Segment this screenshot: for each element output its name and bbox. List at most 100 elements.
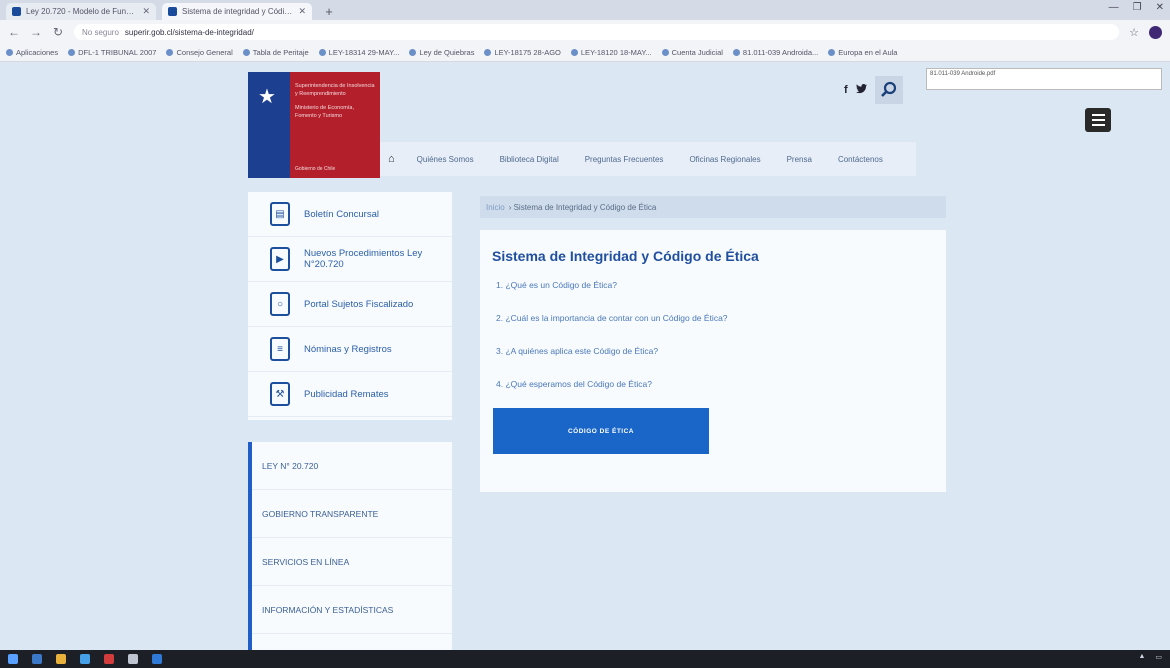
- question-link-4[interactable]: 4. ¿Qué esperamos del Código de Ética?: [496, 379, 652, 389]
- bookmark-icon: [68, 49, 76, 56]
- browser-tab-2[interactable]: Sistema de integridad y Código ✕: [162, 3, 312, 20]
- question-link-1[interactable]: 1. ¿Qué es un Código de Ética?: [496, 280, 617, 290]
- bookmark-icon: [242, 49, 250, 56]
- side-link-transparente[interactable]: GOBIERNO TRANSPARENTE: [252, 490, 452, 538]
- url-input[interactable]: No seguro superir.gob.cl/sistema-de-inte…: [74, 24, 1120, 40]
- logo-footer: Gobierno de Chile: [295, 166, 336, 172]
- folder-play-icon: ▶: [270, 247, 290, 271]
- side-link-estadisticas[interactable]: INFORMACIÓN Y ESTADÍSTICAS: [252, 586, 452, 634]
- bookmark-item[interactable]: 81.011-039 Androida...: [732, 48, 818, 57]
- menu-button[interactable]: [1085, 108, 1111, 132]
- back-icon[interactable]: ←: [8, 25, 20, 39]
- home-icon[interactable]: ⌂: [388, 153, 395, 165]
- bookmark-item[interactable]: Europa en el Aula: [828, 48, 897, 57]
- service-link-boletin[interactable]: ▤ Boletín Concursal: [248, 192, 452, 237]
- profile-avatar[interactable]: [1149, 25, 1162, 39]
- nav-item-preguntas[interactable]: Preguntas Frecuentes: [585, 155, 664, 164]
- search-button[interactable]: [874, 76, 903, 104]
- nav-item-contacto[interactable]: Contáctenos: [838, 155, 883, 164]
- side-link-ley[interactable]: LEY N° 20.720: [252, 442, 452, 490]
- url-text: superir.gob.cl/sistema-de-integridad/: [124, 27, 254, 37]
- search-icon: [880, 81, 896, 97]
- start-icon[interactable]: [8, 654, 18, 664]
- bookmark-icon: [828, 49, 836, 56]
- main-nav: ⌂ Quiénes Somos Biblioteca Digital Pregu…: [380, 142, 916, 176]
- nav-item-oficinas[interactable]: Oficinas Regionales: [689, 155, 760, 164]
- gavel-icon: ⚒: [270, 382, 290, 406]
- bookmark-item[interactable]: Ley de Quiebras: [409, 48, 474, 57]
- breadcrumb-home[interactable]: Inicio: [486, 203, 505, 212]
- close-tab-icon[interactable]: ✕: [142, 6, 150, 17]
- bookmark-item[interactable]: DFL-1 TRIBUNAL 2007: [68, 48, 156, 57]
- logo-text: Superintendencia de Insolvencia y Reempr…: [295, 83, 375, 119]
- monitor-search-icon: ○: [270, 292, 290, 316]
- question-link-2[interactable]: 2. ¿Cuál es la importancia de contar con…: [496, 313, 728, 323]
- address-bar: ← → ↻ No seguro superir.gob.cl/sistema-d…: [0, 20, 1170, 44]
- breadcrumb-current: Sistema de Integridad y Código de Ética: [513, 202, 657, 212]
- service-link-nominas[interactable]: ≡ Nóminas y Registros: [248, 327, 452, 372]
- minimize-icon[interactable]: —: [1109, 2, 1119, 13]
- bookmark-icon: [661, 49, 669, 56]
- app-icon[interactable]: [104, 654, 114, 664]
- maximize-icon[interactable]: ❐: [1133, 2, 1142, 13]
- new-tab-button[interactable]: +: [318, 3, 340, 20]
- site-logo[interactable]: ★ Superintendencia de Insolvencia y Reem…: [248, 72, 380, 178]
- download-tooltip: 81.011-039 Androide.pdf: [926, 68, 1162, 90]
- nav-item-prensa[interactable]: Prensa: [787, 155, 812, 164]
- browser-tab-bar: Ley 20.720 - Modelo de Funciones ✕ Siste…: [0, 0, 1170, 20]
- nav-item-biblioteca[interactable]: Biblioteca Digital: [500, 155, 559, 164]
- site-favicon-icon: [12, 7, 21, 16]
- tray-icon[interactable]: ▲: [1138, 653, 1145, 661]
- browser-tab-1[interactable]: Ley 20.720 - Modelo de Funciones ✕: [6, 3, 156, 20]
- bookmark-item[interactable]: Aplicaciones: [6, 48, 58, 57]
- content-panel: Sistema de Integridad y Código de Ética …: [480, 230, 946, 492]
- star-icon: ★: [258, 86, 276, 108]
- tab-title: Ley 20.720 - Modelo de Funciones: [26, 7, 137, 16]
- bookmark-item[interactable]: Cuenta Judicial: [661, 48, 723, 57]
- tab-title: Sistema de integridad y Código: [182, 7, 293, 16]
- bookmark-item[interactable]: LEY-18314 29-MAY...: [318, 48, 399, 57]
- page-title: Sistema de Integridad y Código de Ética: [492, 248, 759, 264]
- services-panel: ▤ Boletín Concursal ▶ Nuevos Procedimien…: [248, 192, 452, 420]
- site-favicon-icon: [168, 7, 177, 16]
- question-link-3[interactable]: 3. ¿A quiénes aplica este Código de Étic…: [496, 346, 658, 356]
- app-icon[interactable]: [128, 654, 138, 664]
- bookmark-star-icon[interactable]: ☆: [1129, 26, 1139, 39]
- reload-icon[interactable]: ↻: [52, 25, 64, 39]
- side-links: LEY N° 20.720 GOBIERNO TRANSPARENTE SERV…: [248, 442, 452, 650]
- close-window-icon[interactable]: ✕: [1156, 2, 1164, 13]
- bookmark-icon: [484, 49, 492, 56]
- hamburger-icon-bar: [1091, 119, 1105, 121]
- close-tab-icon[interactable]: ✕: [298, 6, 306, 17]
- window-controls: — ❐ ✕: [1109, 2, 1164, 13]
- app-icon[interactable]: [152, 654, 162, 664]
- bookmark-item[interactable]: Consejo General: [166, 48, 233, 57]
- chrome-icon[interactable]: [80, 654, 90, 664]
- facebook-icon[interactable]: f: [844, 84, 848, 96]
- codigo-etica-button[interactable]: CÓDIGO DE ÉTICA: [493, 408, 709, 454]
- hamburger-icon-bar: [1091, 124, 1105, 126]
- side-link-servicios[interactable]: SERVICIOS EN LÍNEA: [252, 538, 452, 586]
- url-security-label: No seguro: [82, 27, 119, 37]
- notification-icon[interactable]: ▭: [1155, 653, 1162, 661]
- forward-icon[interactable]: →: [30, 25, 42, 39]
- explorer-icon[interactable]: [56, 654, 66, 664]
- bookmark-icon: [732, 49, 740, 56]
- bookmark-item[interactable]: LEY-18175 28-AGO: [484, 48, 561, 57]
- apps-icon: [6, 49, 13, 56]
- service-link-portal[interactable]: ○ Portal Sujetos Fiscalizado: [248, 282, 452, 327]
- service-link-remates[interactable]: ⚒ Publicidad Remates: [248, 372, 452, 417]
- bulletin-icon: ▤: [270, 202, 290, 226]
- service-link-procedimientos[interactable]: ▶ Nuevos Procedimientos Ley N°20.720: [248, 237, 452, 282]
- taskview-icon[interactable]: [32, 654, 42, 664]
- nav-item-quienes-somos[interactable]: Quiénes Somos: [417, 155, 474, 164]
- bookmarks-bar: Aplicaciones DFL-1 TRIBUNAL 2007 Consejo…: [0, 44, 1170, 62]
- social-links: f: [844, 76, 903, 104]
- document-list-icon: ≡: [270, 337, 290, 361]
- web-page: ★ Superintendencia de Insolvencia y Reem…: [0, 62, 1170, 650]
- bookmark-icon: [409, 49, 417, 56]
- bookmark-icon: [166, 49, 174, 56]
- twitter-icon[interactable]: [855, 83, 867, 97]
- bookmark-item[interactable]: Tabla de Peritaje: [242, 48, 309, 57]
- bookmark-item[interactable]: LEY-18120 18-MAY...: [570, 48, 652, 57]
